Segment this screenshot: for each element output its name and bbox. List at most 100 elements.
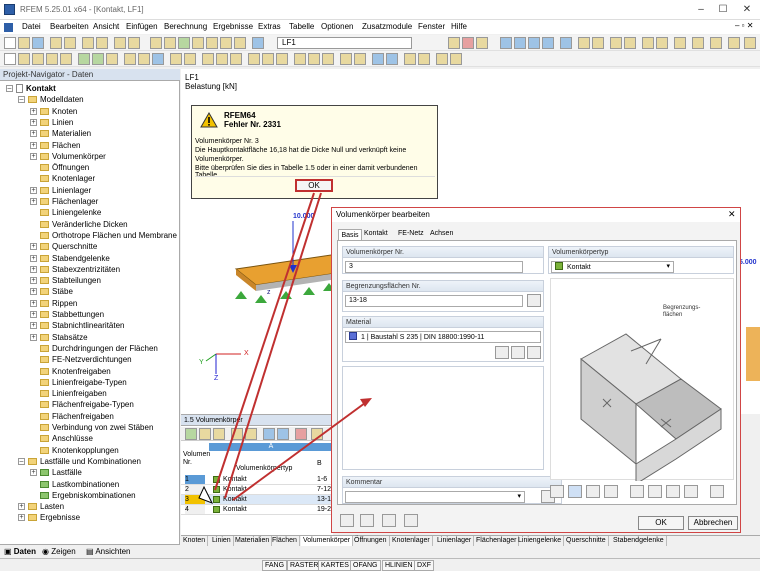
- menu-einfuegen[interactable]: Einfügen: [126, 22, 158, 31]
- table-tab[interactable]: Querschnitte: [564, 536, 609, 546]
- tree-expander[interactable]: –: [6, 85, 13, 92]
- table-tab[interactable]: Flächenlager: [474, 536, 520, 546]
- status-toggle[interactable]: FANG: [262, 560, 288, 571]
- row-bounds[interactable]: 7-12: [317, 485, 331, 494]
- pick-icon[interactable]: [404, 514, 418, 527]
- table-undo-icon[interactable]: [311, 428, 323, 440]
- material-library-icon[interactable]: [495, 346, 509, 359]
- menu-extras[interactable]: Extras: [258, 22, 281, 31]
- tree-loadcase-item[interactable]: Ergebniskombinationen: [40, 490, 136, 502]
- tree-item[interactable]: Verbindung von zwei Stäben: [40, 422, 153, 434]
- tree-expander[interactable]: +: [30, 130, 37, 138]
- table-tab[interactable]: Linienlager: [435, 536, 475, 546]
- dialog-close-button[interactable]: ✕: [728, 209, 736, 220]
- menu-datei[interactable]: Datei: [22, 22, 41, 31]
- rotate-y-icon[interactable]: [648, 485, 662, 498]
- tree-item[interactable]: Liniengelenke: [40, 207, 101, 219]
- row-number[interactable]: 1: [185, 475, 205, 484]
- tree-item[interactable]: Linienfreigaben: [40, 388, 107, 400]
- tree-item[interactable]: Flächen: [40, 140, 80, 152]
- table-tab[interactable]: Volumenkörper: [301, 536, 354, 546]
- table-row[interactable]: 4 Kontakt 19-24: [181, 505, 335, 515]
- tree-expander[interactable]: +: [30, 288, 37, 296]
- view-front-icon[interactable]: [568, 485, 582, 498]
- row-type[interactable]: Kontakt: [223, 485, 247, 494]
- tree-expander[interactable]: +: [30, 322, 37, 330]
- table-row[interactable]: 3 Kontakt 13-18: [181, 495, 335, 505]
- line-tool-icon[interactable]: [18, 53, 30, 65]
- row-bounds[interactable]: 1-6: [317, 475, 327, 484]
- tree-expander[interactable]: +: [30, 469, 37, 477]
- spline-tool-icon[interactable]: [60, 53, 72, 65]
- table-row[interactable]: 2 Kontakt 7-12: [181, 485, 333, 495]
- view-y-icon[interactable]: [528, 37, 540, 49]
- tree-loadcase-item[interactable]: Lastfälle: [40, 467, 82, 479]
- table-tab[interactable]: Linien: [210, 536, 234, 546]
- measure-icon[interactable]: [642, 37, 654, 49]
- filter-icon[interactable]: [674, 37, 686, 49]
- menu-ergebnisse[interactable]: Ergebnisse: [213, 22, 253, 31]
- tree-lastfaelle-kombinationen[interactable]: Lastfälle und Kombinationen: [28, 456, 141, 468]
- row-type[interactable]: Kontakt: [223, 505, 247, 514]
- hinge-tool-icon[interactable]: [138, 53, 150, 65]
- rotate-x-icon[interactable]: [630, 485, 644, 498]
- view-side-icon[interactable]: [604, 485, 618, 498]
- tree-expander[interactable]: +: [18, 514, 25, 522]
- material-new-icon[interactable]: [511, 346, 525, 359]
- report-icon[interactable]: [220, 37, 232, 49]
- row-type[interactable]: Kontakt: [223, 495, 247, 504]
- table-tab[interactable]: Materialien: [233, 536, 273, 546]
- render-icon[interactable]: [610, 37, 622, 49]
- table-row[interactable]: 1 Kontakt 1-6: [181, 475, 333, 485]
- tree-item[interactable]: Linienlager: [40, 185, 91, 197]
- prev-lf-icon[interactable]: [448, 37, 460, 49]
- tree-expander[interactable]: +: [30, 265, 37, 273]
- zoom-preview-icon[interactable]: [710, 485, 724, 498]
- tree-expander[interactable]: +: [30, 311, 37, 318]
- tab-kontakt[interactable]: Kontakt: [364, 230, 388, 237]
- print-report-icon[interactable]: [64, 37, 76, 49]
- view-top-icon[interactable]: [586, 485, 600, 498]
- tab-fe-netz[interactable]: FE-Netz: [398, 230, 424, 237]
- new-icon[interactable]: [4, 37, 16, 49]
- view-iso-icon[interactable]: [550, 485, 564, 498]
- snap-icon[interactable]: [728, 37, 740, 49]
- redo-icon[interactable]: [96, 37, 108, 49]
- table-delete-icon[interactable]: [245, 428, 257, 440]
- polyline-tool-icon[interactable]: [46, 53, 58, 65]
- tree-root[interactable]: Kontakt: [16, 83, 56, 95]
- tree-ergebnisse[interactable]: Ergebnisse: [28, 512, 80, 524]
- lf-icon[interactable]: [252, 37, 264, 49]
- tree-expander[interactable]: +: [30, 107, 37, 115]
- result-icon[interactable]: [178, 37, 190, 49]
- save-icon[interactable]: [32, 37, 44, 49]
- tree-expander[interactable]: +: [30, 152, 37, 160]
- table-jump-icon[interactable]: [295, 428, 307, 440]
- calc-icon[interactable]: [114, 37, 126, 49]
- tree-modelldaten[interactable]: Modelldaten: [28, 94, 84, 106]
- grid-icon[interactable]: [710, 37, 722, 49]
- view-x-icon[interactable]: [514, 37, 526, 49]
- tree-item[interactable]: Linien: [40, 117, 73, 129]
- tree-lasten[interactable]: Lasten: [28, 501, 64, 513]
- nav-tab-daten[interactable]: ▣ Daten: [4, 547, 36, 556]
- menu-ansicht[interactable]: Ansicht: [93, 22, 119, 31]
- section-view-icon[interactable]: [450, 53, 462, 65]
- menu-bearbeiten[interactable]: Bearbeiten: [50, 22, 89, 31]
- tree-item[interactable]: Stabbettungen: [40, 309, 104, 321]
- menu-berechnung[interactable]: Berechnung: [164, 22, 207, 31]
- wireframe-icon[interactable]: [624, 37, 636, 49]
- arc-tool-icon[interactable]: [32, 53, 44, 65]
- load-line-icon[interactable]: [216, 53, 228, 65]
- view-icon[interactable]: [500, 37, 512, 49]
- load-icon[interactable]: [150, 37, 162, 49]
- support-tool-icon[interactable]: [124, 53, 136, 65]
- tree-item[interactable]: Materialien: [40, 128, 91, 140]
- cancel-icon[interactable]: [692, 37, 704, 49]
- row-number[interactable]: 2: [185, 485, 205, 494]
- tree-expander[interactable]: +: [30, 198, 37, 205]
- tree-item[interactable]: Stabendgelenke: [40, 253, 110, 265]
- print-icon[interactable]: [50, 37, 62, 49]
- tree-item[interactable]: Stabsätze: [40, 332, 88, 344]
- undo-icon[interactable]: [82, 37, 94, 49]
